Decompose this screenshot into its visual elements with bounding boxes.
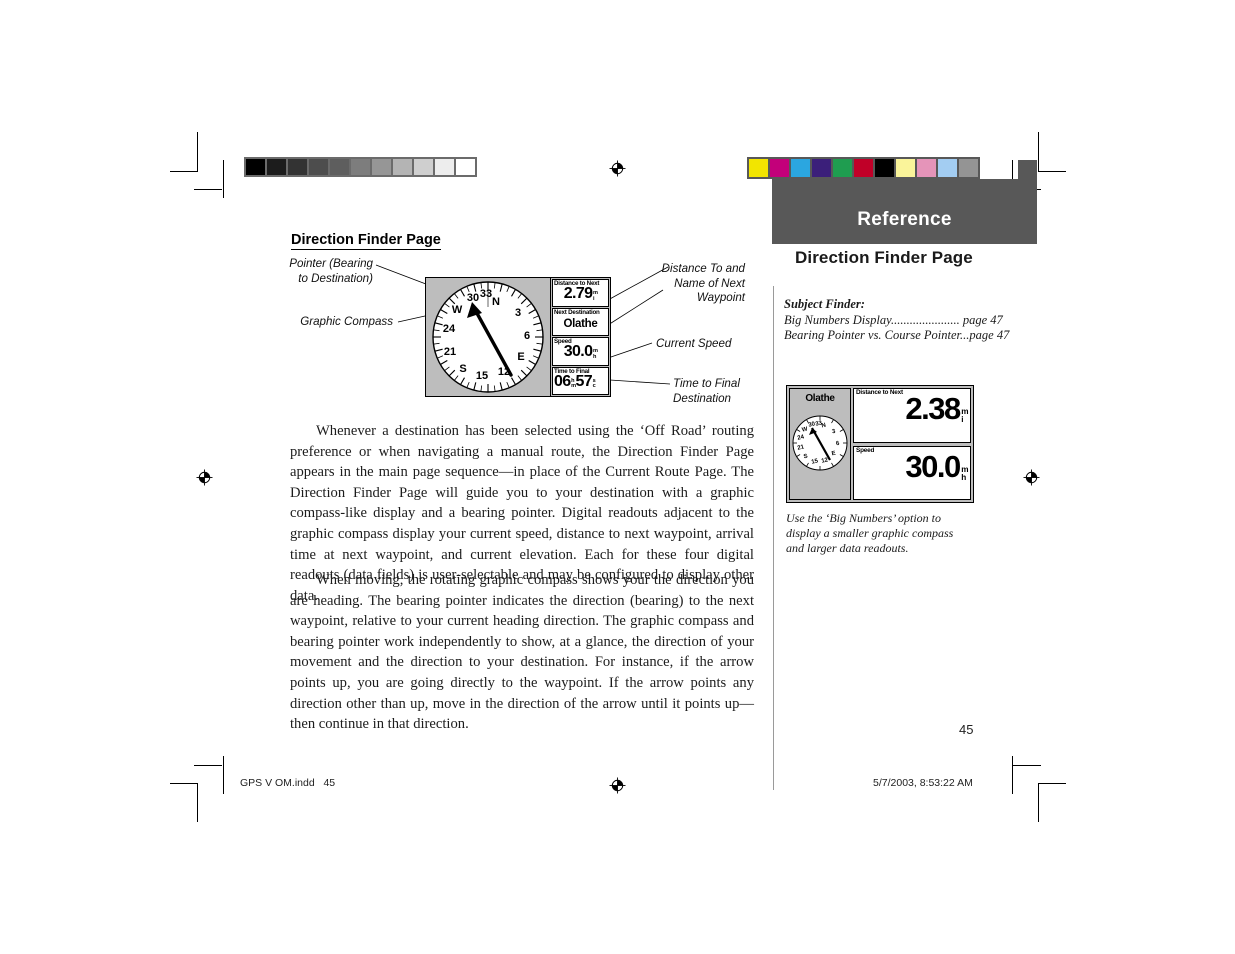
compass-label-3: 3 — [515, 307, 521, 319]
compass-label-E: E — [517, 351, 524, 363]
gps-field-unit-right: sc — [592, 377, 596, 390]
gps-field-value-row: 2.79 mi — [553, 286, 608, 302]
compass-label-33: 33 — [480, 288, 492, 300]
compass-label-6: 6 — [524, 330, 530, 342]
gps-field-value: 2.79 — [563, 285, 593, 302]
compass-label-24: 24 — [443, 323, 456, 335]
footer-left: GPS V OM.indd 45 — [240, 777, 336, 789]
compass-label-21: 21 — [444, 346, 456, 358]
leader-time — [609, 379, 671, 385]
compass-label-15: 15 — [476, 370, 488, 382]
gps-field-speed: Speed 30.0 mh — [552, 337, 609, 366]
gps-field-value-row: 30.0 mh — [553, 344, 608, 360]
footer-right: 5/7/2003, 8:53:22 AM — [873, 777, 973, 789]
gps-field-time-to-final: Time to Final 06 hm 57 sc — [552, 366, 609, 395]
compass-label-N: N — [492, 296, 500, 308]
gps-compass-panel: N 3 6 E 12 15 S 21 24 W 30 33 — [426, 278, 550, 396]
gps-field-label: Next Destination — [554, 309, 600, 317]
gps-field-value-hours: 06 — [554, 372, 571, 390]
compass-label-W: W — [452, 304, 463, 316]
gps-field-unit: mh — [592, 348, 598, 360]
gps-field-value-row: Olathe — [553, 316, 608, 331]
gps-field-value: 30.0 — [563, 343, 593, 361]
gps-field-value: Olathe — [563, 318, 598, 331]
body-paragraph-2: When moving, the rotating graphic compas… — [290, 572, 754, 733]
compass-label-30: 30 — [467, 292, 479, 304]
document-page: Reference Direction Finder Page Subject … — [0, 0, 1235, 954]
gps-direction-finder-screenshot: N 3 6 E 12 15 S 21 24 W 30 33 Distance t… — [425, 277, 611, 397]
gps-field-distance-to-next: Distance to Next 2.79 mi — [552, 279, 609, 308]
graphic-compass-icon: N 3 6 E 12 15 S 21 24 W 30 33 — [432, 281, 544, 393]
compass-label-S: S — [459, 363, 466, 375]
gps-data-fields-panel: Distance to Next 2.79 mi Next Destinatio… — [550, 278, 610, 396]
gps-field-next-destination: Next Destination Olathe — [552, 308, 609, 337]
gps-field-value-row: 06 hm 57 sc — [553, 372, 608, 390]
leader-distance — [607, 266, 669, 301]
gps-field-value-minutes: 57 — [575, 372, 593, 390]
leader-speed — [607, 342, 653, 359]
gps-field-unit: mi — [592, 290, 598, 302]
